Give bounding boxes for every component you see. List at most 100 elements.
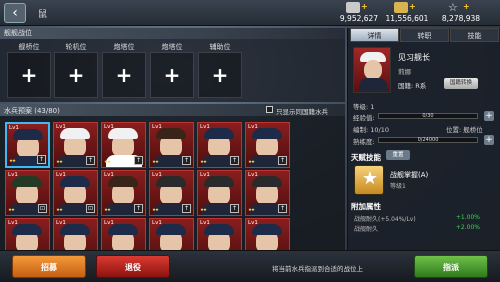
- sailor-hat: [252, 224, 282, 235]
- slot-auxiliary[interactable]: +: [198, 52, 242, 98]
- position-label: 位置: 舰桥位: [446, 126, 483, 134]
- rank-stars-icon: ★★: [9, 159, 16, 164]
- sailor-hat: [13, 129, 43, 140]
- add-icon: +: [211, 63, 229, 87]
- add-star-icon[interactable]: +: [463, 2, 470, 11]
- add-icon: +: [67, 63, 85, 87]
- ammo-value: 11,556,601: [385, 14, 429, 23]
- add-fuel-icon[interactable]: +: [361, 2, 368, 11]
- filter-label: 只显示同国籍水兵: [276, 108, 328, 116]
- recruit-button[interactable]: 招募: [12, 255, 86, 278]
- rank-stars-icon: ★★: [152, 160, 159, 165]
- slot-bridge[interactable]: +: [7, 52, 51, 98]
- card-tag: ↑: [134, 204, 143, 213]
- rank-stars-icon: ★★: [104, 208, 111, 213]
- level-label: 等级: 1: [353, 103, 375, 111]
- page-title: 鼠: [38, 10, 48, 20]
- bottom-bar: 招募 退役 将当前水兵指派到合适的战位上 指派: [0, 250, 500, 282]
- top-bar: ‹ 鼠 + 9,952,627 + 11,556,601 ☆ + 8,278,9…: [0, 0, 500, 26]
- card-tag: ↑: [230, 204, 239, 213]
- formation-panel: 舰舰战位 舰桥位 + 轮机位 + 炮塔位 + 炮塔位 + 辅助位 +: [0, 28, 345, 102]
- sailor-hat: [204, 224, 234, 235]
- rank-stars-icon: ★★: [248, 160, 255, 165]
- sailor-list-title: 水兵预案 (43/80): [4, 107, 60, 115]
- talent-level: 等级1: [390, 183, 406, 190]
- slot-turret-1[interactable]: +: [102, 52, 146, 98]
- sailor-list-header: 水兵预案 (43/80) 只显示同国籍水兵: [0, 104, 345, 116]
- rank-stars-icon: ★★: [56, 160, 63, 165]
- slot-label: 轮机位: [65, 43, 87, 51]
- resource-ammo[interactable]: + 11,556,601: [378, 2, 436, 24]
- add-icon: +: [163, 63, 181, 87]
- dismiss-button[interactable]: 退役: [96, 255, 170, 278]
- sailor-card[interactable]: Lv1 ★★ ⊡: [5, 170, 50, 216]
- sailor-card[interactable]: Lv1 ★★ ↑: [245, 170, 290, 216]
- formation-title: 舰舰战位: [0, 28, 345, 39]
- talent-star-icon[interactable]: ★: [354, 165, 384, 195]
- slot-label: 炮塔位: [113, 43, 135, 51]
- tab-skills[interactable]: 技能: [450, 28, 499, 42]
- sailor-hat: [204, 176, 234, 187]
- fuel-icon: [346, 2, 360, 13]
- sailor-portrait: [353, 47, 391, 93]
- sailor-card[interactable]: Lv1 ★★ ↑: [245, 122, 290, 168]
- sailor-hat: [204, 128, 234, 139]
- rank-stars-icon: ★★: [200, 160, 207, 165]
- assign-hint: 将当前水兵指派到合适的战位上: [272, 265, 363, 273]
- talent-name: 战舰掌握(A): [390, 171, 429, 179]
- resource-star[interactable]: ☆ + 8,278,938: [432, 2, 490, 24]
- back-arrow-icon: ‹: [12, 5, 18, 21]
- card-tag: ↑: [37, 155, 46, 164]
- attr-name: 战舰耐久(+5.04%/Lv): [354, 216, 416, 223]
- talent-title: 天赋技能: [351, 153, 381, 162]
- tab-transfer[interactable]: 转职: [400, 28, 449, 42]
- attr-value: +2.00%: [455, 224, 480, 231]
- sailor-card[interactable]: Lv1 ★★ ↑: [149, 170, 194, 216]
- crew-label: 编制: 10/10: [353, 126, 389, 134]
- attr-title: 附加属性: [351, 202, 381, 211]
- rank-stars-icon: ★★: [56, 208, 63, 213]
- sailor-detail-panel: 详情 转职 技能 见习舰长 莉娜 国籍: R系 国籍转换 等级: 1 经验值: …: [347, 28, 500, 250]
- sailor-card[interactable]: Lv1 ★★ ⊡: [53, 170, 98, 216]
- add-proficiency-button[interactable]: +: [484, 135, 494, 145]
- card-tag: ↑: [182, 156, 191, 165]
- proficiency-label: 熟练度:: [353, 138, 375, 146]
- slot-label: 辅助位: [209, 43, 231, 51]
- sailor-hat: [156, 176, 186, 187]
- exp-bar: 0/30: [378, 113, 478, 119]
- rank-stars-icon: ★★: [200, 208, 207, 213]
- sailor-hat: [252, 176, 282, 187]
- sailor-card[interactable]: Lv1 ★★ ↑: [5, 122, 50, 168]
- attr-name: 战舰耐久: [354, 226, 379, 233]
- sailor-card[interactable]: Lv1 ★★ ↑: [149, 122, 194, 168]
- sailor-rank: 见习舰长: [398, 53, 430, 62]
- sailor-card[interactable]: Lv1 ★★ ↑: [197, 170, 242, 216]
- sailor-card[interactable]: Lv1 ★★ ↑: [197, 122, 242, 168]
- slot-turret-2[interactable]: +: [150, 52, 194, 98]
- card-tag: ⊡: [86, 204, 95, 213]
- reset-talent-button[interactable]: 重置: [386, 150, 410, 160]
- sailor-card[interactable]: Lv1 ★★ ↑: [101, 122, 146, 168]
- attr-value: +1.00%: [455, 214, 480, 221]
- sailor-hat: [108, 224, 138, 235]
- proficiency-text: 0/24000: [417, 137, 439, 143]
- nation-switch-button[interactable]: 国籍转换: [444, 78, 478, 89]
- card-tag: ↑: [278, 204, 287, 213]
- sailor-card[interactable]: Lv1 ★★ ↑: [53, 122, 98, 168]
- add-exp-button[interactable]: +: [484, 111, 494, 121]
- tab-details[interactable]: 详情: [350, 28, 399, 42]
- rank-stars-icon: ★★: [152, 208, 159, 213]
- back-button[interactable]: ‹: [4, 3, 26, 23]
- sailor-hat: [108, 176, 138, 187]
- rank-stars-icon: ★★: [248, 208, 255, 213]
- sailor-nation: 国籍: R系: [398, 82, 427, 90]
- sailor-card[interactable]: Lv1 ★★ ↑: [101, 170, 146, 216]
- assign-button[interactable]: 指派: [414, 255, 488, 278]
- slot-engine[interactable]: +: [54, 52, 98, 98]
- exp-label: 经验值:: [353, 114, 375, 122]
- sailor-hat: [12, 224, 42, 235]
- add-icon: +: [115, 63, 133, 87]
- filter-checkbox[interactable]: [266, 106, 273, 113]
- ammo-icon: [394, 2, 408, 13]
- add-ammo-icon[interactable]: +: [409, 2, 416, 11]
